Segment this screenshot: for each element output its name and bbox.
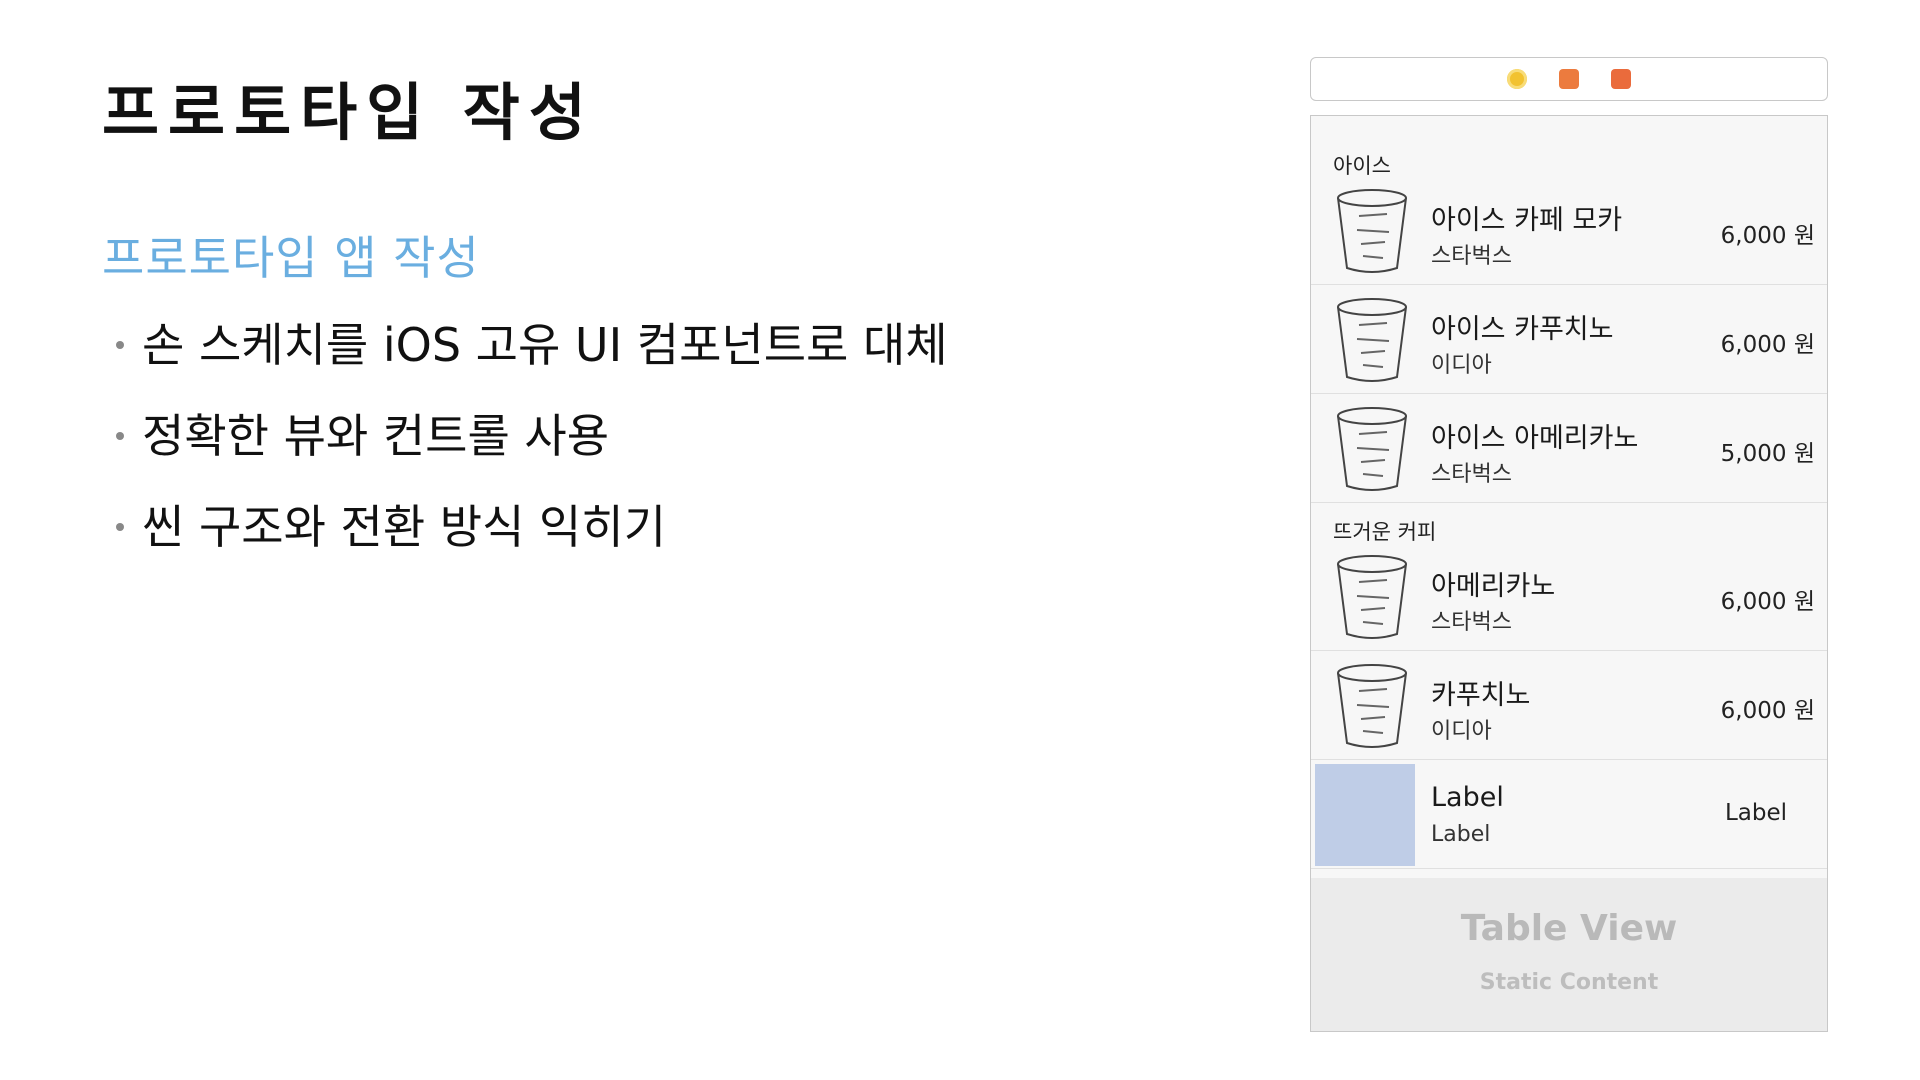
cell-subtitle-label: Label (1431, 822, 1491, 847)
slide-title: 프로토타입 작성 (102, 76, 595, 149)
item-name: 아이스 카푸치노 (1431, 314, 1614, 345)
static-content-label: Static Content (1479, 970, 1659, 995)
coffee-cup-sketch-icon (1337, 664, 1407, 748)
bullet-list: 손 스케치를 iOS 고유 UI 컴포넌트로 대체 정확한 뷰와 컨트롤 사용 … (112, 315, 948, 588)
cell-detail-label: Label (1724, 800, 1787, 826)
item-brand: 이디아 (1431, 353, 1492, 378)
item-price: 6,000 원 (1720, 223, 1815, 249)
item-name: 아메리카노 (1431, 571, 1556, 602)
item-price: 6,000 원 (1720, 698, 1815, 724)
bullet-dot (116, 523, 124, 531)
item-price: 5,000 원 (1720, 441, 1815, 467)
item-brand: 스타벅스 (1431, 610, 1512, 635)
bullet-dot (116, 341, 124, 349)
cell-title-label: Label (1431, 782, 1504, 813)
item-price: 6,000 원 (1720, 332, 1815, 358)
bullet-text: 정확한 뷰와 컨트롤 사용 (142, 409, 610, 463)
table-row[interactable]: 아메리카노 스타벅스 6,000 원 (1311, 542, 1827, 651)
slide-subtitle: 프로토타입 앱 작성 (102, 231, 480, 285)
table-row[interactable]: 아이스 카페 모카 스타벅스 6,000 원 (1311, 176, 1827, 285)
bullet-item: 손 스케치를 iOS 고유 UI 컴포넌트로 대체 (112, 315, 948, 406)
bullet-text: 손 스케치를 iOS 고유 UI 컴포넌트로 대체 (142, 318, 948, 372)
coffee-cup-sketch-icon (1337, 298, 1407, 382)
table-view[interactable]: 아이스 아이스 카페 모카 스타벅스 6,000 원 아이스 카푸치노 이디아 … (1310, 115, 1828, 1032)
bullet-text: 씬 구조와 전환 방식 익히기 (142, 500, 667, 554)
item-brand: 스타벅스 (1431, 462, 1512, 487)
coffee-cup-sketch-icon (1337, 555, 1407, 639)
item-name: 아이스 카페 모카 (1431, 205, 1623, 236)
table-view-label: Table View (1460, 908, 1678, 949)
view-controller-icon[interactable] (1507, 69, 1527, 89)
scene-dock (1310, 57, 1828, 101)
item-name: 카푸치노 (1431, 680, 1531, 711)
first-responder-icon[interactable] (1559, 69, 1579, 89)
item-brand: 이디아 (1431, 719, 1492, 744)
exit-icon[interactable] (1611, 69, 1631, 89)
item-brand: 스타벅스 (1431, 244, 1512, 269)
bullet-dot (116, 432, 124, 440)
table-row[interactable]: 아이스 카푸치노 이디아 6,000 원 (1311, 285, 1827, 394)
item-price: 6,000 원 (1720, 589, 1815, 615)
bullet-item: 정확한 뷰와 컨트롤 사용 (112, 406, 948, 497)
image-placeholder (1315, 764, 1415, 866)
table-row[interactable]: 카푸치노 이디아 6,000 원 (1311, 651, 1827, 760)
prototype-cell[interactable]: Label Label Label (1311, 760, 1827, 869)
item-name: 아이스 아메리카노 (1431, 423, 1639, 454)
table-footer: Table View Static Content (1311, 878, 1827, 1031)
coffee-cup-sketch-icon (1337, 189, 1407, 273)
bullet-item: 씬 구조와 전환 방식 익히기 (112, 497, 948, 588)
table-row[interactable]: 아이스 아메리카노 스타벅스 5,000 원 (1311, 394, 1827, 503)
coffee-cup-sketch-icon (1337, 407, 1407, 491)
